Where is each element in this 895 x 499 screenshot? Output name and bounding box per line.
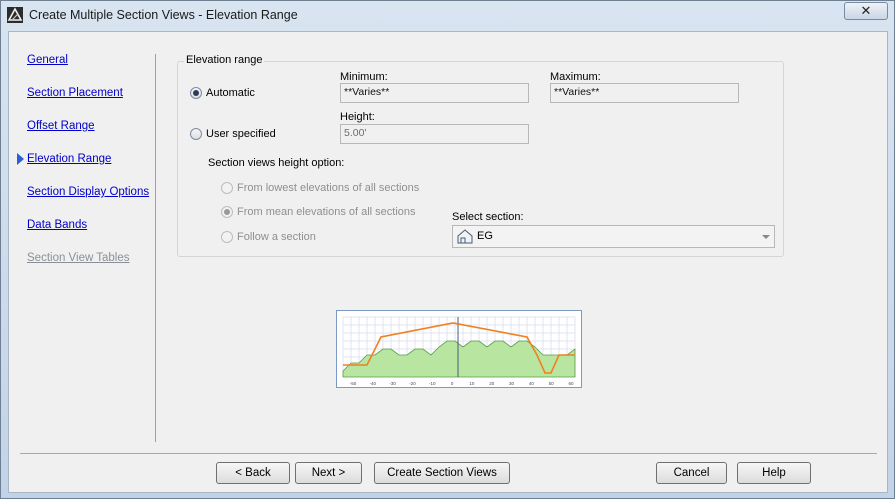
minimum-field: **Varies** bbox=[340, 83, 529, 103]
preview-tick-label: 60 bbox=[568, 381, 574, 386]
close-button[interactable]: ✕ bbox=[844, 2, 888, 20]
preview-tick-label: 30 bbox=[509, 381, 515, 386]
automatic-radio[interactable] bbox=[190, 87, 202, 99]
preview-tick-label: -20 bbox=[409, 381, 416, 386]
automatic-label[interactable]: Automatic bbox=[206, 87, 255, 99]
user-specified-label[interactable]: User specified bbox=[206, 128, 276, 140]
nav-item-section-display-options[interactable]: Section Display Options bbox=[27, 186, 149, 198]
select-section-label: Select section: bbox=[452, 211, 524, 223]
height-label: Height: bbox=[340, 111, 375, 123]
lowest-elevations-radio bbox=[221, 182, 233, 194]
preview-tick-label: -50 bbox=[350, 381, 357, 386]
maximum-field: **Varies** bbox=[550, 83, 739, 103]
preview-ground-surface bbox=[342, 340, 576, 378]
nav-divider bbox=[155, 54, 156, 442]
preview-tick-label: 10 bbox=[469, 381, 475, 386]
select-section-dropdown[interactable]: EG bbox=[452, 225, 775, 248]
title-bar[interactable]: Create Multiple Section Views - Elevatio… bbox=[1, 1, 894, 29]
dialog-window: Create Multiple Section Views - Elevatio… bbox=[0, 0, 895, 499]
preview-tick-label: 0 bbox=[451, 381, 454, 386]
preview-tick-label: -10 bbox=[429, 381, 436, 386]
window-title: Create Multiple Section Views - Elevatio… bbox=[29, 8, 298, 22]
create-section-views-button[interactable]: Create Section Views bbox=[374, 462, 510, 484]
mean-elevations-radio bbox=[221, 206, 233, 218]
elevation-range-group-label: Elevation range bbox=[184, 54, 265, 66]
nav-item-section-view-tables: Section View Tables bbox=[27, 252, 130, 264]
nav-item-data-bands[interactable]: Data Bands bbox=[27, 219, 87, 231]
civil3d-app-icon bbox=[7, 7, 23, 23]
section-preview-graphic: -50 -40 -30 -20 -10 0 10 20 30 40 50 60 bbox=[336, 310, 582, 388]
back-button[interactable]: < Back bbox=[216, 462, 290, 484]
footer-divider bbox=[20, 453, 877, 454]
preview-svg: -50 -40 -30 -20 -10 0 10 20 30 40 50 60 bbox=[342, 316, 576, 386]
preview-tick-label: 50 bbox=[549, 381, 555, 386]
lowest-elevations-label: From lowest elevations of all sections bbox=[237, 182, 420, 194]
follow-section-label: Follow a section bbox=[237, 231, 316, 243]
preview-tick-label: -40 bbox=[370, 381, 377, 386]
surface-icon bbox=[457, 229, 473, 244]
nav-item-general[interactable]: General bbox=[27, 54, 68, 66]
height-field: 5.00' bbox=[340, 124, 529, 144]
wizard-nav: General Section Placement Offset Range E… bbox=[9, 32, 155, 442]
next-button[interactable]: Next > bbox=[295, 462, 362, 484]
follow-section-radio bbox=[221, 231, 233, 243]
current-page-arrow-icon bbox=[17, 153, 24, 165]
nav-item-elevation-range[interactable]: Elevation Range bbox=[27, 153, 111, 165]
close-icon: ✕ bbox=[860, 3, 872, 18]
maximum-label: Maximum: bbox=[550, 71, 601, 83]
mean-elevations-label: From mean elevations of all sections bbox=[237, 206, 416, 218]
minimum-label: Minimum: bbox=[340, 71, 388, 83]
help-button[interactable]: Help bbox=[737, 462, 811, 484]
nav-item-section-placement[interactable]: Section Placement bbox=[27, 87, 123, 99]
cancel-button[interactable]: Cancel bbox=[656, 462, 727, 484]
preview-tick-label: -30 bbox=[389, 381, 396, 386]
dialog-body: General Section Placement Offset Range E… bbox=[8, 31, 888, 493]
select-section-value: EG bbox=[477, 230, 493, 242]
preview-tick-label: 20 bbox=[489, 381, 495, 386]
nav-item-offset-range[interactable]: Offset Range bbox=[27, 120, 95, 132]
height-option-label: Section views height option: bbox=[208, 157, 345, 169]
chevron-down-icon bbox=[762, 235, 770, 239]
user-specified-radio[interactable] bbox=[190, 128, 202, 140]
preview-tick-label: 40 bbox=[529, 381, 535, 386]
